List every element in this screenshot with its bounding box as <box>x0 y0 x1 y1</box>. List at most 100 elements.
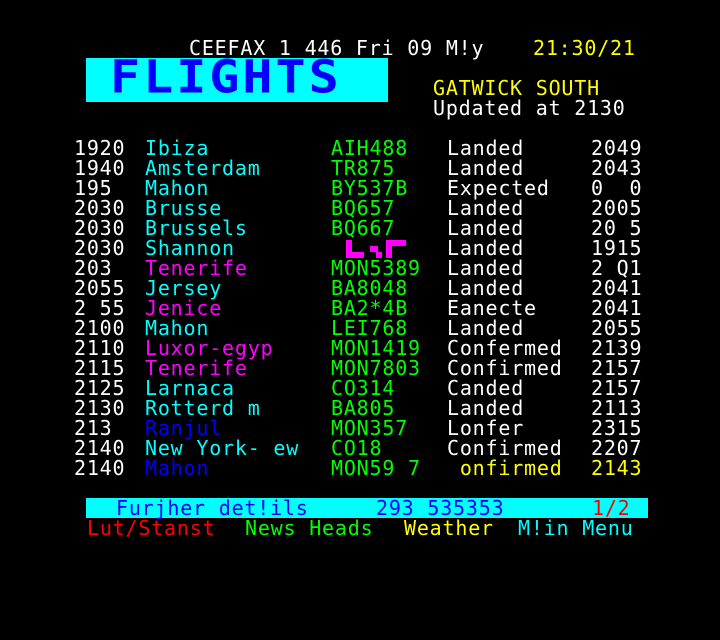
flight-number: MON357 <box>331 416 409 440</box>
flight-number: BY537B <box>331 176 409 200</box>
actual-time: 2041 <box>591 276 643 300</box>
flight-number: BA2*4B <box>331 296 409 320</box>
updated-text: Updated at 2130 <box>433 96 626 120</box>
destination: Mahon <box>145 176 210 200</box>
actual-time: 0 0 <box>591 176 643 200</box>
actual-time: 2207 <box>591 436 643 460</box>
mosaic-graphic-icon <box>346 240 406 258</box>
scheduled-time: 2140 <box>74 456 126 480</box>
table-row: 2030 Brussels BQ667 Landed 20 5 <box>0 218 720 238</box>
table-row: 2100 Mahon LEI768 Landed 2055 <box>0 318 720 338</box>
destination: Ranjul <box>145 416 223 440</box>
table-row: 2115 Tenerife MON7803 Confirmed 2157 <box>0 358 720 378</box>
destination: Ibiza <box>145 136 210 160</box>
table-row: 2 55 Jenice BA2*4B Eanecte 2041 <box>0 298 720 318</box>
flight-status: Landed <box>447 236 525 260</box>
table-row: 195 Mahon BY537B Expected 0 0 <box>0 178 720 198</box>
table-row: 213 Ranjul MON357 Lonfer 2315 <box>0 418 720 438</box>
flight-status: Confirmed <box>447 436 563 460</box>
scheduled-time: 2055 <box>74 276 126 300</box>
info-label: Furjher det!ils <box>116 496 309 520</box>
flight-number: MON5389 <box>331 256 421 280</box>
actual-time: 20 5 <box>591 216 643 240</box>
info-phone: 293 535353 <box>376 496 505 520</box>
table-row: 2125 Larnaca CO314 Canded 2157 <box>0 378 720 398</box>
flight-number: BA8048 <box>331 276 409 300</box>
table-row: 2140 New York- ew CO18 Confirmed 2207 <box>0 438 720 458</box>
flight-status: Lonfer <box>447 416 525 440</box>
table-row: 2140 Mahon MON59 7 onfirmed 2143 <box>0 458 720 478</box>
scheduled-time: 195 <box>74 176 113 200</box>
flight-number: BQ657 <box>331 196 396 220</box>
flight-number: AIH488 <box>331 136 409 160</box>
actual-time: 2055 <box>591 316 643 340</box>
fastext-row: Lut/Stanst News Heads Weather M!in Menu <box>0 518 720 538</box>
flight-status: Landed <box>447 396 525 420</box>
scheduled-time: 2030 <box>74 216 126 240</box>
flight-status: onfirmed <box>447 456 563 480</box>
flight-status: Eanecte <box>447 296 537 320</box>
actual-time: 2157 <box>591 356 643 380</box>
scheduled-time: 2140 <box>74 436 126 460</box>
actual-time: 2043 <box>591 156 643 180</box>
destination: Mahon <box>145 456 210 480</box>
scheduled-time: 2030 <box>74 196 126 220</box>
scheduled-time: 2030 <box>74 236 126 260</box>
scheduled-time: 2110 <box>74 336 126 360</box>
destination: Luxor-egyp <box>145 336 274 360</box>
fastext-green[interactable]: News Heads <box>245 518 373 538</box>
scheduled-time: 203 <box>74 256 113 280</box>
flight-number: BQ667 <box>331 216 396 240</box>
fastext-red[interactable]: Lut/Stanst <box>87 518 215 538</box>
destination: Jersey <box>145 276 223 300</box>
destination: Rotterd m <box>145 396 261 420</box>
table-row: 2130 Rotterd m BA805 Landed 2113 <box>0 398 720 418</box>
table-row: 1940 Amsterdam TR875 Landed 2043 <box>0 158 720 178</box>
airport-name: GATWICK SOUTH <box>433 76 600 100</box>
scheduled-time: 213 <box>74 416 113 440</box>
flight-number: TR875 <box>331 156 396 180</box>
actual-time: 2041 <box>591 296 643 320</box>
table-row: 2030 Brusse BQ657 Landed 2005 <box>0 198 720 218</box>
page-header: CEEFAX 1 446 Fri 09 M!y <box>189 36 485 60</box>
destination: Tenerife <box>145 256 248 280</box>
info-bar: Furjher det!ils 293 535353 1/2 <box>86 498 648 518</box>
fastext-cyan[interactable]: M!in Menu <box>518 518 634 538</box>
clock: 21:30/21 <box>533 36 636 60</box>
flight-status: Expected <box>447 176 550 200</box>
actual-time: 2139 <box>591 336 643 360</box>
destination: Tenerife <box>145 356 248 380</box>
destination: Mahon <box>145 316 210 340</box>
actual-time: 2 Q1 <box>591 256 643 280</box>
flight-number: MON59 7 <box>331 456 421 480</box>
destination: Jenice <box>145 296 223 320</box>
teletext-screen: CEEFAX 1 446 Fri 09 M!y 21:30/21 FLIGHTS… <box>0 0 720 576</box>
flight-number: CO18 <box>331 436 383 460</box>
flight-status: Landed <box>447 216 525 240</box>
destination: Shannon <box>145 236 235 260</box>
actual-time: 2005 <box>591 196 643 220</box>
flight-status: Landed <box>447 196 525 220</box>
flight-number: BA805 <box>331 396 396 420</box>
scheduled-time: 1940 <box>74 156 126 180</box>
flight-number: MON7803 <box>331 356 421 380</box>
flight-status: Confirmed <box>447 356 563 380</box>
destination: Brussels <box>145 216 248 240</box>
header-row: CEEFAX 1 446 Fri 09 M!y 21:30/21 <box>0 38 720 58</box>
flight-status: Landed <box>447 136 525 160</box>
table-row: 2055 Jersey BA8048 Landed 2041 <box>0 278 720 298</box>
flight-number: MON1419 <box>331 336 421 360</box>
flight-status: Landed <box>447 256 525 280</box>
destination: Amsterdam <box>145 156 261 180</box>
scheduled-time: 2125 <box>74 376 126 400</box>
page-counter: 1/2 <box>592 496 631 520</box>
table-row: 2110 Luxor-egyp MON1419 Confermed 2139 <box>0 338 720 358</box>
fastext-yellow[interactable]: Weather <box>404 518 494 538</box>
actual-time: 2157 <box>591 376 643 400</box>
scheduled-time: 1920 <box>74 136 126 160</box>
table-row: 203 Tenerife MON5389 Landed 2 Q1 <box>0 258 720 278</box>
actual-time: 2143 <box>591 456 643 480</box>
scheduled-time: 2130 <box>74 396 126 420</box>
table-row: 1920 Ibiza AIH488 Landed 2049 <box>0 138 720 158</box>
actual-time: 2315 <box>591 416 643 440</box>
